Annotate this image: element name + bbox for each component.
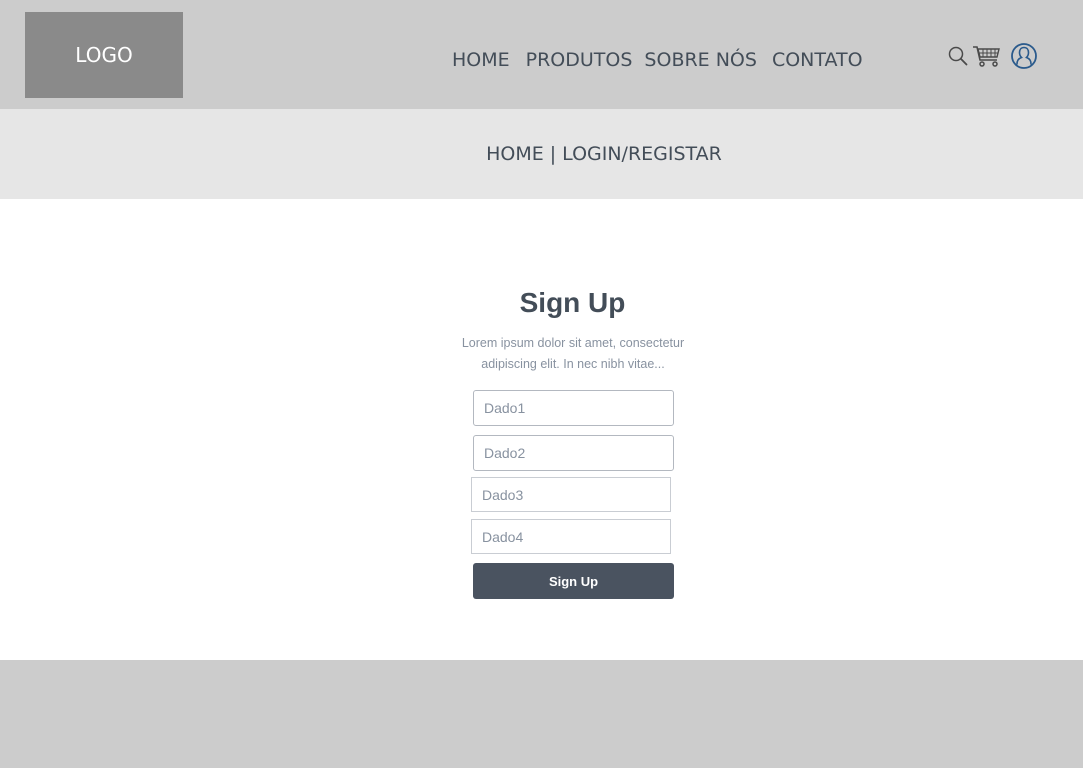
logo[interactable]: LOGO [25, 12, 183, 98]
nav-sobre-nos[interactable]: SOBRE NÓS [644, 49, 757, 71]
dado2-field[interactable] [473, 435, 674, 471]
nav-contato[interactable]: CONTATO [772, 49, 863, 71]
breadcrumb-home[interactable]: HOME [486, 143, 544, 165]
site-header: LOGO HOME PRODUTOS SOBRE NÓS CONTATO [0, 0, 1083, 109]
dado3-field[interactable] [471, 477, 671, 512]
signup-button[interactable]: Sign Up [473, 563, 674, 599]
breadcrumb-separator: | [549, 143, 557, 165]
site-footer [0, 660, 1083, 768]
page-title: Sign Up [519, 287, 626, 318]
signup-description: Lorem ipsum dolor sit amet, consectetur … [461, 336, 685, 371]
breadcrumb-current: LOGIN/REGISTAR [562, 143, 722, 165]
nav-home[interactable]: HOME [452, 49, 510, 71]
dado4-field[interactable] [471, 519, 671, 554]
breadcrumb: HOME | LOGIN/REGISTAR [0, 143, 1083, 165]
breadcrumb-bar: HOME | LOGIN/REGISTAR [0, 109, 1083, 199]
user-icon[interactable] [1010, 42, 1038, 75]
main-nav: HOME PRODUTOS SOBRE NÓS CONTATO [452, 49, 863, 71]
signup-section: Sign Up Lorem ipsum dolor sit amet, cons… [0, 199, 1083, 660]
nav-produtos[interactable]: PRODUTOS [526, 49, 633, 71]
dado1-field[interactable] [473, 390, 674, 426]
cart-icon[interactable] [972, 43, 1002, 74]
search-icon[interactable] [946, 43, 970, 74]
header-icons [946, 42, 1038, 75]
